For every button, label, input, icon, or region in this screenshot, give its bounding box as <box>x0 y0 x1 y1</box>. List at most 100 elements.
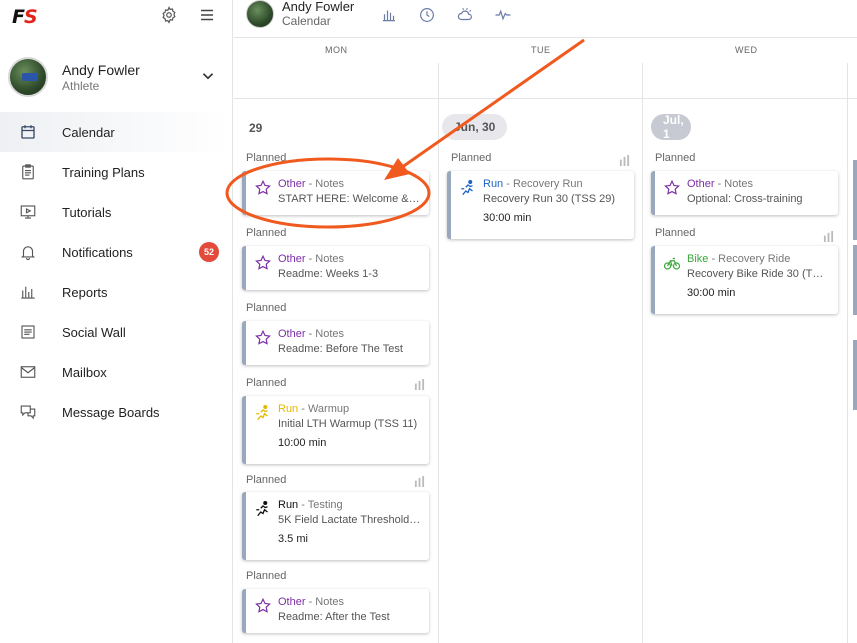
card-description: Optional: Cross-training <box>687 193 803 205</box>
sidebar-item-label: Calendar <box>62 124 115 140</box>
card-description: Initial LTH Warmup (TSS 11) <box>278 418 418 430</box>
calendar-day-headers: MON TUE WED <box>234 39 857 63</box>
card-sport: Other <box>278 596 306 608</box>
card-sport: Other <box>278 328 306 340</box>
sidebar-item-social-wall[interactable]: Social Wall <box>0 312 232 352</box>
sidebar-item-reports[interactable]: Reports <box>0 272 232 312</box>
card-type: - Testing <box>298 499 343 511</box>
card-type: - Warmup <box>298 403 350 415</box>
card-type: - Notes <box>305 178 345 190</box>
chevron-down-icon[interactable] <box>199 67 217 85</box>
mail-icon <box>18 362 38 382</box>
profile-card[interactable]: Andy Fowler Athlete <box>8 57 223 97</box>
bar-chart-icon[interactable] <box>414 377 425 395</box>
next-column-card-edge <box>853 340 857 410</box>
clock-icon[interactable] <box>418 6 436 24</box>
workout-card[interactable]: Run - Testing 5K Field Lactate Threshold… <box>242 492 429 560</box>
card-duration-value: 30:00 <box>483 212 511 224</box>
card-sport: Run <box>278 499 299 511</box>
day-header-mon: MON <box>325 45 348 55</box>
main-header: Andy Fowler Calendar <box>234 0 857 38</box>
runner-icon <box>254 500 272 518</box>
hamburger-menu-icon[interactable] <box>198 6 216 24</box>
star-icon <box>254 254 272 272</box>
sidebar-item-label: Tutorials <box>62 204 112 220</box>
sidebar-nav: Calendar Training Plans Tutorials Notifi… <box>0 112 232 432</box>
card-description: Recovery Bike Ride 30 (TSS... <box>687 268 830 280</box>
weather-icon[interactable] <box>456 6 474 24</box>
bar-chart-icon[interactable] <box>414 474 425 492</box>
workout-card[interactable]: Other - Notes START HERE: Welcome & S... <box>242 171 429 215</box>
workout-card[interactable]: Run - Recovery Run Recovery Run 30 (TSS … <box>447 171 634 239</box>
wall-icon <box>18 322 38 342</box>
workout-card[interactable]: Other - Notes Readme: After the Test <box>242 589 429 633</box>
column-divider <box>438 63 439 643</box>
planned-label: Planned <box>655 227 696 239</box>
sidebar-item-label: Mailbox <box>62 364 107 380</box>
sidebar: FS Andy Fowler Athlete Calendar Training… <box>0 0 233 643</box>
planned-label: Planned <box>246 152 287 164</box>
sidebar-item-notifications[interactable]: Notifications 52 <box>0 232 232 272</box>
workout-card[interactable]: Run - Warmup Initial LTH Warmup (TSS 11)… <box>242 396 429 464</box>
card-sport: Run <box>483 178 504 190</box>
sidebar-item-label: Message Boards <box>62 404 160 420</box>
planned-label: Planned <box>246 570 287 582</box>
sidebar-item-label: Social Wall <box>62 324 126 340</box>
bell-icon <box>18 242 38 262</box>
all-day-row-border <box>234 98 857 99</box>
card-type: - Notes <box>305 253 345 265</box>
card-sport: Bike <box>687 253 709 265</box>
card-sport: Other <box>278 253 306 265</box>
heart-rate-icon[interactable] <box>494 6 512 24</box>
sidebar-item-calendar[interactable]: Calendar <box>0 112 232 152</box>
card-sport: Other <box>278 178 306 190</box>
planned-label: Planned <box>246 302 287 314</box>
avatar[interactable] <box>246 0 274 28</box>
notifications-badge: 52 <box>199 242 219 262</box>
app-logo[interactable]: FS <box>12 6 38 28</box>
bar-chart-icon[interactable] <box>619 153 630 171</box>
date-mon[interactable]: 29 <box>249 121 262 135</box>
sidebar-item-tutorials[interactable]: Tutorials <box>0 192 232 232</box>
card-description: Readme: After the Test <box>278 611 390 623</box>
card-type: - Notes <box>714 178 754 190</box>
sidebar-item-label: Notifications <box>62 244 133 260</box>
column-divider <box>642 63 643 643</box>
bar-chart-icon[interactable] <box>380 6 398 24</box>
card-type: - Notes <box>305 328 345 340</box>
date-wed[interactable]: Jul, 1 <box>651 113 691 141</box>
sidebar-item-message-boards[interactable]: Message Boards <box>0 392 232 432</box>
card-duration-value: 10:00 <box>278 437 306 449</box>
workout-card[interactable]: Other - Notes Readme: Weeks 1-3 <box>242 246 429 290</box>
next-column-card-edge <box>853 245 857 315</box>
star-icon <box>254 329 272 347</box>
workout-card[interactable]: Bike - Recovery Ride Recovery Bike Ride … <box>651 246 838 314</box>
avatar <box>8 57 48 97</box>
bike-icon <box>663 254 681 272</box>
planned-label: Planned <box>451 152 492 164</box>
sidebar-item-mailbox[interactable]: Mailbox <box>0 352 232 392</box>
bar-chart-icon <box>18 282 38 302</box>
gear-icon[interactable] <box>160 6 178 24</box>
runner-icon <box>459 179 477 197</box>
planned-label: Planned <box>246 474 287 486</box>
app-root: FS Andy Fowler Athlete Calendar Training… <box>0 0 857 643</box>
sidebar-item-training-plans[interactable]: Training Plans <box>0 152 232 192</box>
card-duration-unit: min <box>308 437 327 449</box>
day-header-wed: WED <box>735 45 758 55</box>
card-type: - Recovery Ride <box>708 253 791 265</box>
card-type: - Recovery Run <box>503 178 583 190</box>
bar-chart-icon[interactable] <box>823 229 834 247</box>
card-description: START HERE: Welcome & S... <box>278 193 421 205</box>
card-description: Recovery Run 30 (TSS 29) <box>483 193 616 205</box>
card-duration-value: 30:00 <box>687 287 715 299</box>
star-icon <box>254 597 272 615</box>
planned-label: Planned <box>246 377 287 389</box>
workout-card[interactable]: Other - Notes Readme: Before The Test <box>242 321 429 365</box>
calendar-icon <box>18 122 38 142</box>
card-description: 5K Field Lactate Threshold ... <box>278 514 421 526</box>
video-icon <box>18 202 38 222</box>
header-subtitle: Calendar <box>282 14 331 28</box>
date-tue[interactable]: Jun, 30 <box>442 114 508 140</box>
workout-card[interactable]: Other - Notes Optional: Cross-training <box>651 171 838 215</box>
